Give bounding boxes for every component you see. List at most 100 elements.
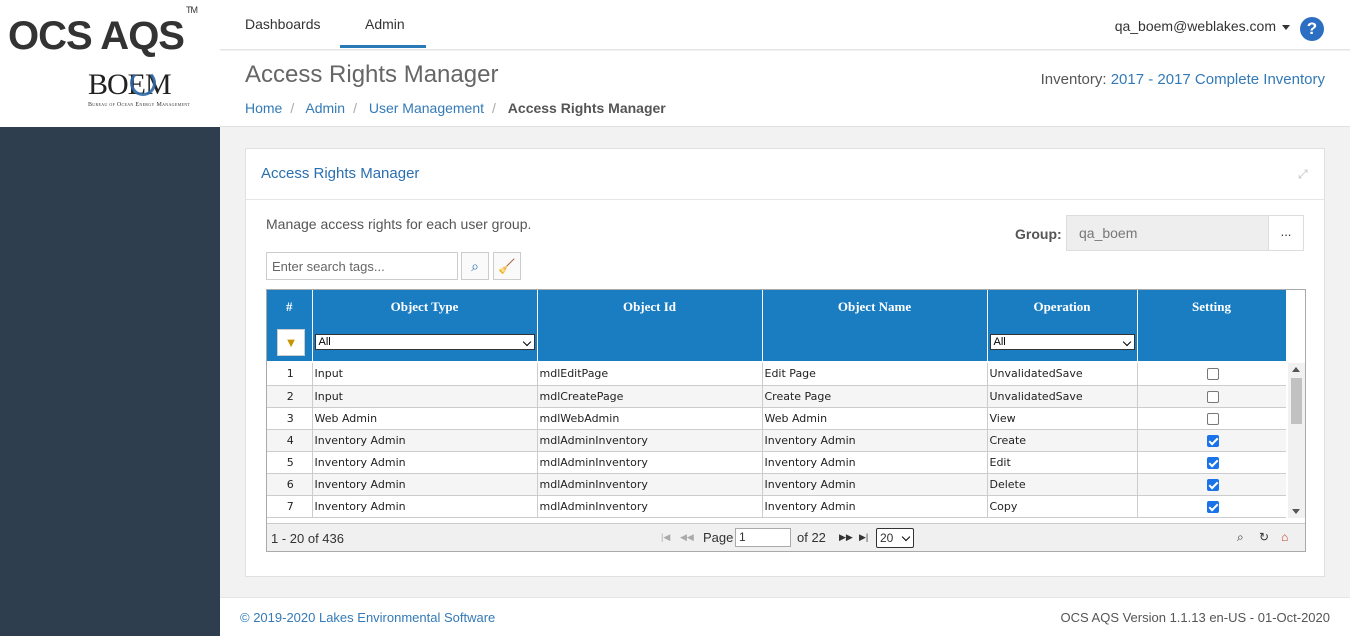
search-tags-input[interactable] — [266, 252, 458, 280]
grid-scrollbar[interactable] — [1288, 363, 1305, 518]
panel-title: Access Rights Manager — [261, 165, 420, 182]
logo-area[interactable]: OCS AQSTM BOEM Bureau of Ocean Energy Ma… — [0, 0, 220, 127]
page-size-select[interactable]: 20 — [876, 528, 914, 548]
access-rights-grid: # Object Type Object Id Object Name Oper… — [266, 289, 1306, 552]
operation-cell: Edit — [987, 451, 1138, 474]
object-name-cell: Edit Page — [762, 363, 988, 386]
search-button[interactable]: ⌕ — [461, 252, 489, 280]
breadcrumb-admin[interactable]: Admin — [305, 100, 345, 116]
setting-checkbox[interactable] — [1206, 456, 1219, 469]
active-tab-indicator — [340, 45, 426, 48]
clear-search-button[interactable]: 🧹 — [493, 252, 521, 280]
object-id-cell: mdlAdminInventory — [537, 429, 763, 452]
table-row[interactable]: 1 Input mdlEditPage Edit Page UnvalidatedSav… — [267, 363, 1286, 386]
search-icon: ⌕ — [471, 258, 479, 274]
filter-row: ▼ All All — [267, 323, 1287, 361]
row-number: 4 — [267, 429, 313, 452]
panel-intro: Manage access rights for each user group… — [266, 216, 532, 232]
row-number: 5 — [267, 451, 313, 474]
ocs-aqs-logo: OCS AQSTM — [8, 4, 198, 58]
table-row[interactable]: 7 Inventory Admin mdlAdminInventory Invento… — [267, 495, 1286, 518]
scroll-thumb[interactable] — [1291, 378, 1302, 424]
setting-checkbox[interactable] — [1206, 500, 1219, 513]
group-field[interactable]: qa_boem — [1066, 215, 1269, 251]
object-name-cell: Inventory Admin — [762, 451, 988, 474]
table-cell — [1137, 517, 1286, 518]
table-cell — [312, 517, 538, 518]
breadcrumb-home[interactable]: Home — [245, 100, 282, 116]
setting-cell — [1137, 451, 1286, 474]
table-row[interactable]: 5 Inventory Admin mdlAdminInventory Invento… — [267, 451, 1286, 474]
scroll-down-icon[interactable] — [1292, 509, 1300, 514]
table-row[interactable] — [267, 517, 1286, 518]
operation-cell: View — [987, 407, 1138, 430]
table-row[interactable]: 6 Inventory Admin mdlAdminInventory Invento… — [267, 473, 1286, 496]
filter-icon: ▼ — [284, 334, 298, 350]
table-cell — [987, 517, 1138, 518]
col-header-num[interactable]: # — [267, 290, 313, 323]
operation-cell: Create — [987, 429, 1138, 452]
grid-body: 1 Input mdlEditPage Edit Page UnvalidatedSav… — [267, 363, 1286, 518]
object-type-cell: Input — [312, 363, 538, 386]
last-page-icon[interactable]: ▶| — [859, 532, 868, 543]
user-email: qa_boem@weblakes.com — [1114, 18, 1276, 34]
top-nav: Dashboards Admin qa_boem@weblakes.com ? — [220, 0, 1350, 50]
setting-checkbox[interactable] — [1206, 368, 1219, 381]
setting-cell — [1137, 407, 1286, 430]
col-header-setting[interactable]: Setting — [1137, 290, 1287, 323]
expand-icon[interactable]: ⤢ — [1298, 167, 1310, 181]
filter-clear-button[interactable]: ▼ — [277, 328, 305, 356]
object-type-filter[interactable]: All — [314, 334, 535, 350]
user-menu[interactable]: qa_boem@weblakes.com — [1115, 18, 1290, 34]
setting-cell — [1137, 495, 1286, 518]
object-name-cell: Inventory Admin — [762, 495, 988, 518]
operation-filter[interactable]: All — [989, 334, 1135, 350]
grid-pager: 1 - 20 of 436 |◀ ◀◀ Page 1 of 22 ▶▶ ▶| 2… — [267, 523, 1305, 551]
tab-dashboards[interactable]: Dashboards — [245, 16, 321, 32]
object-type-cell: Inventory Admin — [312, 495, 538, 518]
setting-checkbox[interactable] — [1206, 390, 1219, 403]
setting-cell — [1137, 385, 1286, 408]
export-icon[interactable]: ⌂ — [1281, 530, 1288, 544]
first-page-icon[interactable]: |◀ — [661, 532, 670, 543]
access-rights-panel: Access Rights Manager ⤢ Manage access ri… — [245, 148, 1325, 577]
prev-page-icon[interactable]: ◀◀ — [680, 532, 694, 543]
object-id-cell: mdlAdminInventory — [537, 495, 763, 518]
sidebar — [0, 127, 220, 636]
breadcrumb-user-management[interactable]: User Management — [369, 100, 484, 116]
setting-checkbox[interactable] — [1206, 478, 1219, 491]
col-header-object-name[interactable]: Object Name — [762, 290, 988, 323]
col-header-object-type[interactable]: Object Type — [312, 290, 538, 323]
group-picker-button[interactable]: ... — [1268, 215, 1304, 251]
table-cell — [267, 517, 313, 518]
setting-cell — [1137, 473, 1286, 496]
inventory-link[interactable]: 2017 - 2017 Complete Inventory — [1111, 71, 1325, 88]
object-type-cell: Input — [312, 385, 538, 408]
page-title: Access Rights Manager — [245, 61, 499, 88]
copyright-link[interactable]: © 2019-2020 Lakes Environmental Software — [240, 610, 495, 625]
operation-cell: Delete — [987, 473, 1138, 496]
boem-subtitle: Bureau of Ocean Energy Management — [88, 102, 191, 108]
setting-checkbox[interactable] — [1206, 434, 1219, 447]
boem-swirl-icon — [130, 70, 156, 96]
col-header-object-id[interactable]: Object Id — [537, 290, 763, 323]
table-row[interactable]: 4 Inventory Admin mdlAdminInventory Invento… — [267, 429, 1286, 452]
col-header-operation[interactable]: Operation — [987, 290, 1138, 323]
row-number: 1 — [267, 363, 313, 386]
page-number-input[interactable]: 1 — [735, 528, 791, 547]
help-icon[interactable]: ? — [1300, 17, 1324, 41]
tab-admin[interactable]: Admin — [365, 16, 405, 32]
breadcrumb: Home / Admin / User Management / Access Rig… — [245, 100, 666, 116]
setting-checkbox[interactable] — [1206, 412, 1219, 425]
object-id-cell: mdlWebAdmin — [537, 407, 763, 430]
object-id-cell: mdlEditPage — [537, 363, 763, 386]
row-number: 3 — [267, 407, 313, 430]
object-type-cell: Inventory Admin — [312, 473, 538, 496]
table-row[interactable]: 3 Web Admin mdlWebAdmin Web Admin View — [267, 407, 1286, 430]
scroll-up-icon[interactable] — [1292, 367, 1300, 372]
table-row[interactable]: 2 Input mdlCreatePage Create Page Unvalidate… — [267, 385, 1286, 408]
next-page-icon[interactable]: ▶▶ — [839, 532, 853, 543]
group-label: Group: — [1015, 226, 1062, 242]
refresh-icon[interactable]: ↻ — [1259, 530, 1269, 544]
search-icon[interactable]: ⌕ — [1237, 530, 1244, 545]
